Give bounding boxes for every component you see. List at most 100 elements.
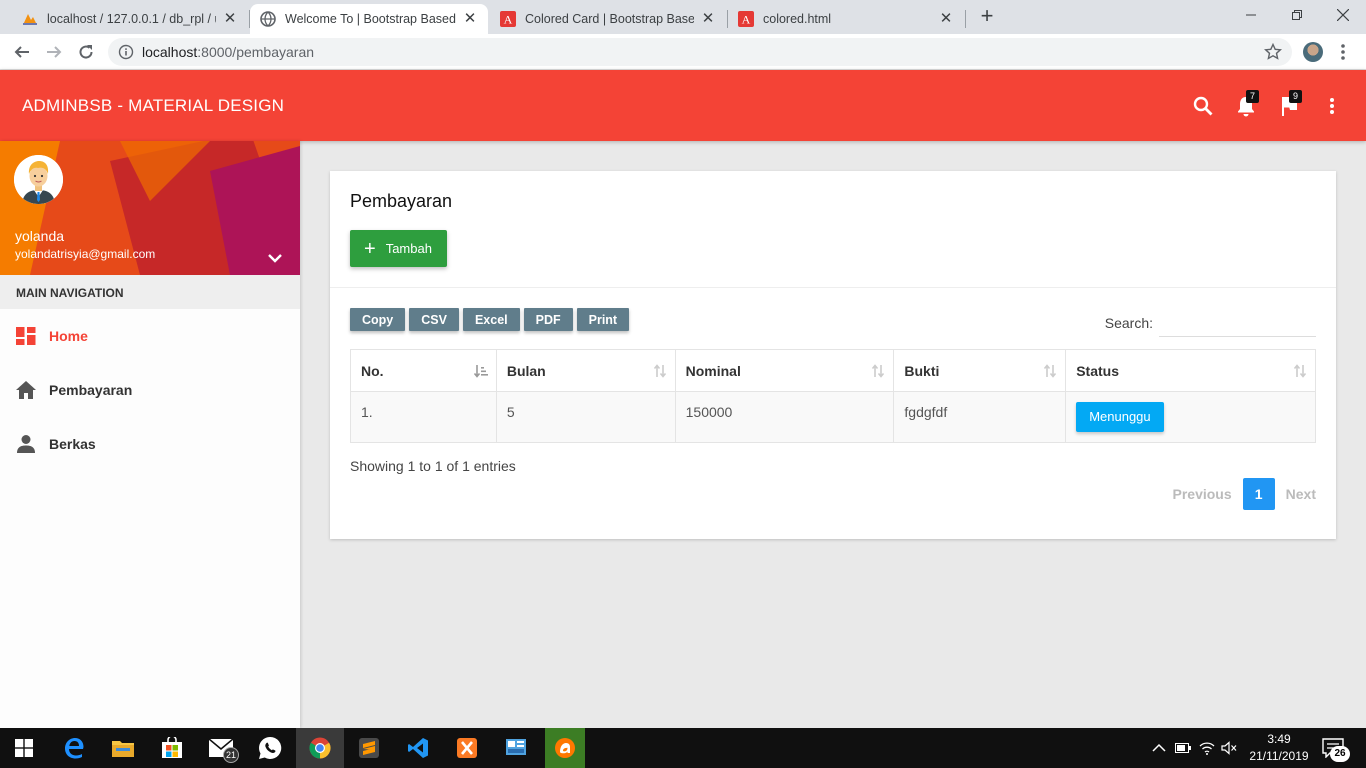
- more-vert-icon: [1330, 98, 1334, 114]
- plus-icon: +: [364, 237, 376, 260]
- browser-tab-colored-card[interactable]: A Colored Card | Bootstrap Based A ✕: [490, 4, 726, 34]
- user-email: yolandatrisyia@gmail.com: [15, 247, 156, 261]
- pagination: Previous 1 Next: [1173, 478, 1316, 510]
- taskbar-vscode[interactable]: [394, 728, 442, 768]
- column-header-status[interactable]: Status: [1065, 349, 1316, 392]
- sidebar-item-pembayaran[interactable]: Pembayaran: [0, 363, 300, 417]
- menu-header: MAIN NAVIGATION: [0, 275, 300, 309]
- close-icon: [1337, 9, 1349, 21]
- back-button[interactable]: [10, 40, 34, 64]
- notifications-button[interactable]: 7: [1234, 90, 1259, 118]
- forward-button[interactable]: [42, 40, 66, 64]
- svg-text:A: A: [504, 13, 513, 27]
- volume-mute-icon[interactable]: [1221, 740, 1237, 756]
- edge-icon: [65, 738, 84, 759]
- cell-no: 1.: [350, 391, 497, 443]
- close-icon[interactable]: ✕: [222, 11, 238, 27]
- page-button-current[interactable]: 1: [1242, 478, 1275, 510]
- column-header-bulan[interactable]: Bulan: [495, 349, 676, 392]
- dashboard-icon: [16, 326, 36, 346]
- browser-tab-phpmyadmin[interactable]: localhost / 127.0.0.1 / db_rpl / us ✕: [12, 4, 248, 34]
- table-row: 1. 5 150000 fgdgfdf Menunggu: [350, 391, 1316, 443]
- tab-separator: [965, 10, 966, 28]
- sidebar-item-label: Berkas: [49, 436, 96, 452]
- avatar[interactable]: [14, 155, 63, 204]
- address-bar[interactable]: localhost:8000/pembayaran: [108, 38, 1292, 66]
- tab-title: Colored Card | Bootstrap Based A: [525, 12, 694, 26]
- chevron-down-icon[interactable]: [266, 249, 284, 267]
- close-window-button[interactable]: [1320, 0, 1366, 30]
- column-header-nominal[interactable]: Nominal: [674, 349, 895, 392]
- excel-button[interactable]: Excel: [462, 308, 520, 331]
- url-text: localhost:8000/pembayaran: [142, 44, 315, 60]
- taskbar-mail[interactable]: 21: [197, 728, 245, 768]
- phpmyadmin-icon: [22, 11, 38, 27]
- csv-button[interactable]: CSV: [409, 308, 459, 331]
- card-header: Pembayaran + Tambah: [330, 171, 1336, 288]
- search-icon: [1193, 96, 1213, 116]
- restore-button[interactable]: [1274, 0, 1320, 30]
- home-icon: [16, 380, 36, 400]
- taskbar-avast[interactable]: [545, 728, 585, 768]
- left-sidebar: yolanda yolandatrisyia@gmail.com MAIN NA…: [0, 141, 300, 728]
- close-icon[interactable]: ✕: [700, 11, 716, 27]
- taskbar-sublime[interactable]: [345, 728, 393, 768]
- tray-expand-icon[interactable]: [1151, 740, 1167, 756]
- taskbar-store[interactable]: [148, 728, 196, 768]
- person-icon: [16, 434, 36, 454]
- mail-badge: 21: [223, 747, 239, 763]
- browser-tab-strip: localhost / 127.0.0.1 / db_rpl / us ✕ We…: [0, 0, 1366, 34]
- close-icon[interactable]: ✕: [938, 11, 954, 27]
- taskbar-file-explorer[interactable]: [99, 728, 147, 768]
- taskbar-xampp[interactable]: [443, 728, 491, 768]
- brand-title[interactable]: ADMINBSB - MATERIAL DESIGN: [22, 96, 284, 116]
- minimize-icon: [1246, 14, 1256, 16]
- sidebar-item-label: Home: [49, 328, 88, 344]
- profile-avatar[interactable]: [1303, 42, 1323, 62]
- pdf-button[interactable]: PDF: [523, 308, 573, 331]
- close-icon[interactable]: ✕: [462, 11, 478, 27]
- column-header-bukti[interactable]: Bukti: [893, 349, 1067, 392]
- search-input[interactable]: [1159, 311, 1316, 337]
- taskbar-chrome[interactable]: [296, 728, 344, 768]
- sidebar-item-berkas[interactable]: Berkas: [0, 417, 300, 471]
- minimize-button[interactable]: [1228, 0, 1274, 30]
- globe-icon: [260, 11, 276, 27]
- sort-icon: [653, 364, 666, 378]
- previous-page-button[interactable]: Previous: [1173, 486, 1232, 502]
- search-button[interactable]: [1191, 94, 1215, 118]
- folder-icon: [112, 741, 134, 757]
- svg-text:A: A: [742, 13, 751, 27]
- next-page-button[interactable]: Next: [1286, 486, 1316, 502]
- taskbar-control-panel[interactable]: [492, 728, 540, 768]
- adminbsb-icon: A: [500, 11, 516, 27]
- pembayaran-card: Pembayaran + Tambah Copy CSV Excel PDF P…: [330, 171, 1336, 539]
- sidebar-item-home[interactable]: Home: [0, 309, 300, 363]
- add-button[interactable]: + Tambah: [350, 230, 447, 267]
- xampp-icon: [457, 738, 477, 758]
- start-button[interactable]: [0, 728, 48, 768]
- bookmark-star-icon[interactable]: [1264, 43, 1282, 61]
- browser-tab-colored-html[interactable]: A colored.html ✕: [728, 4, 964, 34]
- tasks-button[interactable]: 9: [1277, 90, 1302, 118]
- copy-button[interactable]: Copy: [350, 308, 406, 331]
- browser-tab-welcome[interactable]: Welcome To | Bootstrap Based Ad ✕: [250, 4, 488, 34]
- battery-icon[interactable]: [1175, 740, 1191, 756]
- status-button[interactable]: Menunggu: [1076, 402, 1164, 432]
- wifi-icon[interactable]: [1199, 740, 1215, 756]
- more-vert-icon[interactable]: [1340, 42, 1346, 62]
- system-clock[interactable]: 3:49 21/11/2019: [1244, 731, 1314, 765]
- column-header-no[interactable]: No.: [350, 349, 497, 392]
- sidebar-item-label: Pembayaran: [49, 382, 133, 398]
- taskbar-whatsapp[interactable]: [246, 728, 294, 768]
- whatsapp-icon: [259, 736, 282, 759]
- top-navbar: ADMINBSB - MATERIAL DESIGN 7 9: [0, 70, 1366, 141]
- cell-status: Menunggu: [1065, 391, 1316, 443]
- windows-taskbar: 21 3:49 21/11/2019 26: [0, 728, 1366, 768]
- taskbar-edge[interactable]: [50, 728, 98, 768]
- more-menu-button[interactable]: [1320, 94, 1344, 118]
- print-button[interactable]: Print: [576, 308, 630, 331]
- reload-button[interactable]: [74, 40, 98, 64]
- user-avatar-icon: [14, 155, 63, 204]
- new-tab-button[interactable]: +: [976, 5, 998, 28]
